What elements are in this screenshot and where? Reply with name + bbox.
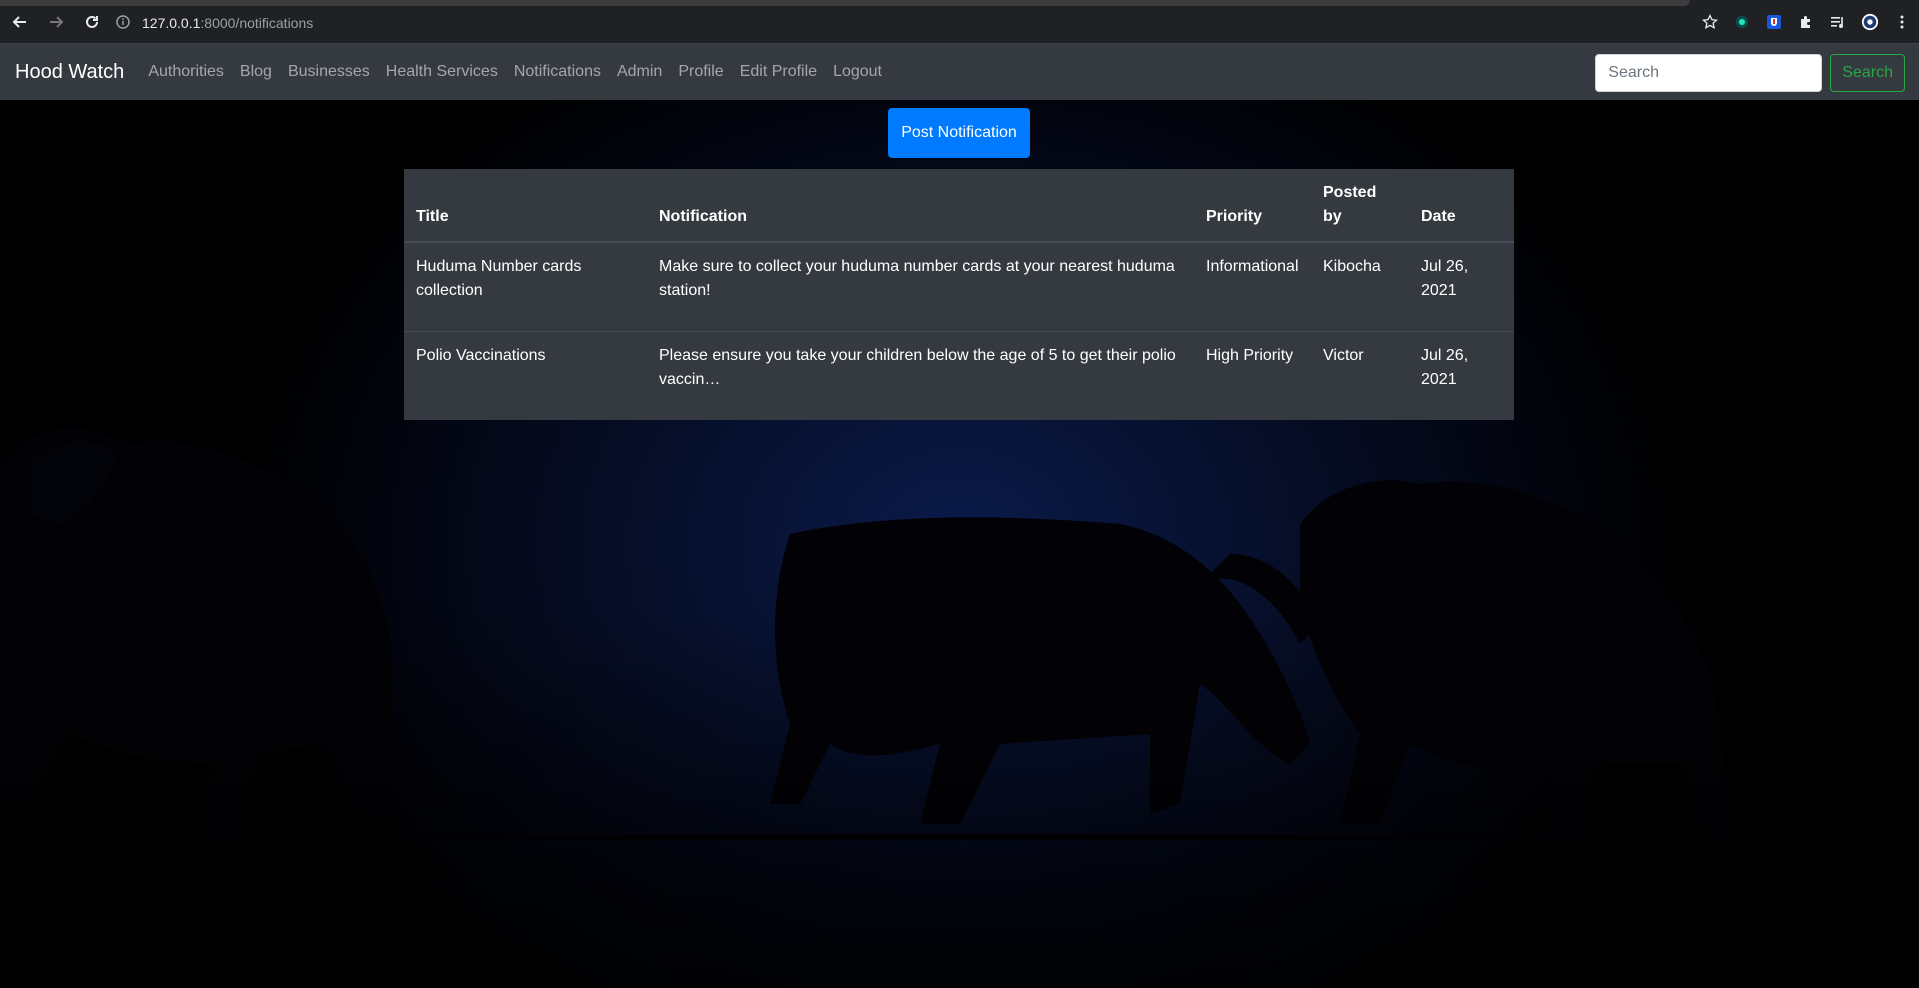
page-body: Hood Watch Authorities Blog Businesses H… bbox=[0, 44, 1919, 988]
nav-link-blog[interactable]: Blog bbox=[232, 63, 280, 81]
column-header-title: Title bbox=[404, 169, 647, 243]
search-form: Search bbox=[1595, 54, 1905, 92]
cell-date: Jul 26, 2021 bbox=[1409, 241, 1514, 332]
table-header-row: Title Notification Priority Posted by Da… bbox=[404, 169, 1514, 243]
brand-logo[interactable]: Hood Watch bbox=[15, 61, 124, 84]
cell-posted-by: Victor bbox=[1311, 331, 1409, 420]
extension-circle-icon[interactable] bbox=[1733, 13, 1751, 31]
column-header-priority: Priority bbox=[1194, 169, 1311, 243]
back-icon[interactable] bbox=[4, 6, 36, 38]
nav-link-health-services[interactable]: Health Services bbox=[378, 63, 506, 81]
forward-icon[interactable] bbox=[40, 6, 72, 38]
nav-link-profile[interactable]: Profile bbox=[670, 63, 731, 81]
search-button[interactable]: Search bbox=[1830, 54, 1905, 92]
nav-link-admin[interactable]: Admin bbox=[609, 63, 670, 81]
cell-notification: Make sure to collect your huduma number … bbox=[647, 241, 1194, 332]
url-host: 127.0.0.1 bbox=[142, 15, 201, 31]
extensions-area bbox=[1701, 10, 1911, 34]
cell-date: Jul 26, 2021 bbox=[1409, 331, 1514, 420]
nav-links: Authorities Blog Businesses Health Servi… bbox=[140, 63, 890, 81]
table-row[interactable]: Huduma Number cards collection Make sure… bbox=[404, 241, 1514, 332]
cell-notification: Please ensure you take your children bel… bbox=[647, 331, 1194, 420]
nav-link-edit-profile[interactable]: Edit Profile bbox=[732, 63, 825, 81]
profile-avatar-icon[interactable] bbox=[1861, 13, 1879, 31]
cell-title: Huduma Number cards collection bbox=[404, 241, 647, 332]
post-notification-button[interactable]: Post Notification bbox=[888, 108, 1030, 158]
address-bar[interactable]: 127.0.0.1:8000/notifications bbox=[108, 7, 1698, 39]
notifications-table: Title Notification Priority Posted by Da… bbox=[404, 169, 1514, 420]
info-icon[interactable] bbox=[116, 14, 130, 32]
browser-menu-icon[interactable] bbox=[1893, 13, 1911, 31]
column-header-posted-by: Posted by bbox=[1311, 169, 1409, 243]
media-queue-icon[interactable] bbox=[1829, 13, 1847, 31]
nav-link-logout[interactable]: Logout bbox=[825, 63, 890, 81]
column-header-notification: Notification bbox=[647, 169, 1194, 243]
top-navbar: Hood Watch Authorities Blog Businesses H… bbox=[0, 44, 1919, 100]
cell-title: Polio Vaccinations bbox=[404, 331, 647, 420]
table-row[interactable]: Polio Vaccinations Please ensure you tak… bbox=[404, 331, 1514, 420]
notifications-table-container: Title Notification Priority Posted by Da… bbox=[404, 169, 1514, 420]
nav-link-notifications[interactable]: Notifications bbox=[506, 63, 609, 81]
extension-shield-icon[interactable] bbox=[1765, 13, 1783, 31]
browser-toolbar: 127.0.0.1:8000/notifications bbox=[0, 0, 1919, 44]
url-path: :8000/notifications bbox=[200, 15, 314, 31]
cell-priority: High Priority bbox=[1194, 331, 1311, 420]
nav-link-authorities[interactable]: Authorities bbox=[140, 63, 232, 81]
reload-icon[interactable] bbox=[76, 6, 108, 38]
search-input[interactable] bbox=[1595, 54, 1823, 92]
cell-posted-by: Kibocha bbox=[1311, 241, 1409, 332]
column-header-date: Date bbox=[1409, 169, 1514, 243]
nav-link-businesses[interactable]: Businesses bbox=[280, 63, 378, 81]
cell-priority: Informational bbox=[1194, 241, 1311, 332]
extensions-puzzle-icon[interactable] bbox=[1797, 13, 1815, 31]
tab-strip bbox=[0, 0, 1690, 6]
bookmark-star-icon[interactable] bbox=[1701, 13, 1719, 31]
